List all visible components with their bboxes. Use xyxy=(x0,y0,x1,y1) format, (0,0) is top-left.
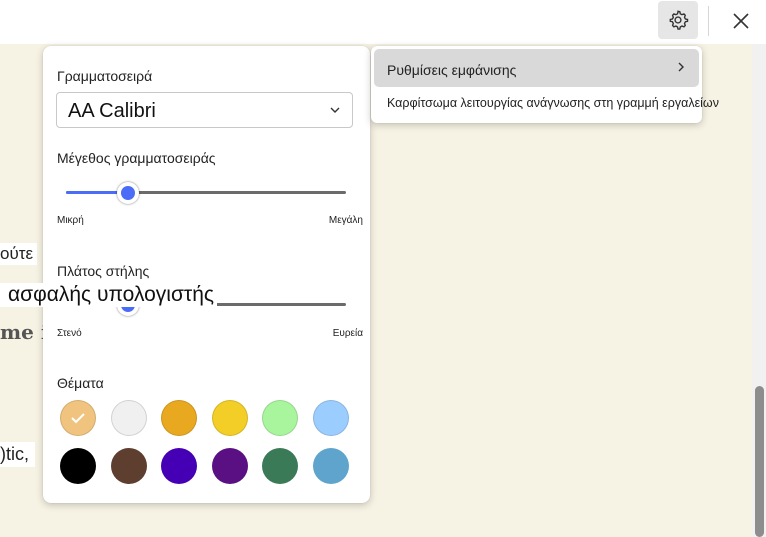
menu-item-appearance-settings[interactable]: Ρυθμίσεις εμφάνισης xyxy=(374,49,699,87)
theme-swatch[interactable] xyxy=(60,400,96,436)
theme-swatch[interactable] xyxy=(262,448,298,484)
theme-swatch[interactable] xyxy=(312,400,349,436)
column-width-max-label: Ευρεία xyxy=(332,328,363,339)
toolbar-divider xyxy=(708,6,709,36)
text-fragment: ούτε xyxy=(0,243,38,265)
chevron-right-icon xyxy=(678,62,684,72)
settings-menu: Ρυθμίσεις εμφάνισης Καρφίτσωμα λειτουργί… xyxy=(371,46,719,123)
close-icon xyxy=(733,13,749,29)
font-size-max-label: Μεγάλη xyxy=(328,215,363,226)
text-fragment: )tic, xyxy=(0,442,35,467)
theme-swatch[interactable] xyxy=(161,400,197,436)
theme-swatch[interactable] xyxy=(110,400,147,436)
appearance-panel: Γραμματοσειρά AA Calibri Μέγεθος γραμματ… xyxy=(43,46,370,503)
menu-item-label: Ρυθμίσεις εμφάνισης xyxy=(387,62,517,78)
themes-label: Θέματα xyxy=(57,375,104,391)
toolbar xyxy=(0,0,766,44)
chevron-down-icon xyxy=(330,107,340,113)
column-width-min-label: Στενό xyxy=(57,328,82,339)
menu-item-pin-to-toolbar[interactable]: Καρφίτσωμα λειτουργίας ανάγνωσης στη γρα… xyxy=(387,96,719,110)
theme-swatch[interactable] xyxy=(211,400,248,436)
theme-swatch[interactable] xyxy=(312,448,349,484)
gear-icon xyxy=(669,10,689,30)
font-size-slider-thumb[interactable] xyxy=(116,182,139,204)
font-size-slider[interactable] xyxy=(66,182,346,204)
close-button[interactable] xyxy=(724,4,758,38)
font-dropdown[interactable]: AA Calibri xyxy=(56,92,353,128)
text-fragment: ασφαλής υπολογιστής xyxy=(0,283,218,307)
font-size-min-label: Μικρή xyxy=(57,215,84,226)
theme-swatch[interactable] xyxy=(262,400,298,436)
font-label: Γραμματοσειρά xyxy=(57,68,153,84)
column-width-label: Πλάτος στήλης xyxy=(57,263,150,279)
checkmark-icon xyxy=(71,413,85,424)
theme-swatch[interactable] xyxy=(110,448,147,484)
font-dropdown-value: AA Calibri xyxy=(68,100,156,122)
theme-swatch[interactable] xyxy=(60,448,96,484)
theme-swatch[interactable] xyxy=(161,448,197,484)
settings-button[interactable] xyxy=(658,1,698,39)
theme-swatch[interactable] xyxy=(211,448,248,484)
text-fragment: me i xyxy=(0,320,49,344)
scrollbar-thumb[interactable] xyxy=(755,386,764,537)
font-size-label: Μέγεθος γραμματοσειράς xyxy=(57,150,216,166)
